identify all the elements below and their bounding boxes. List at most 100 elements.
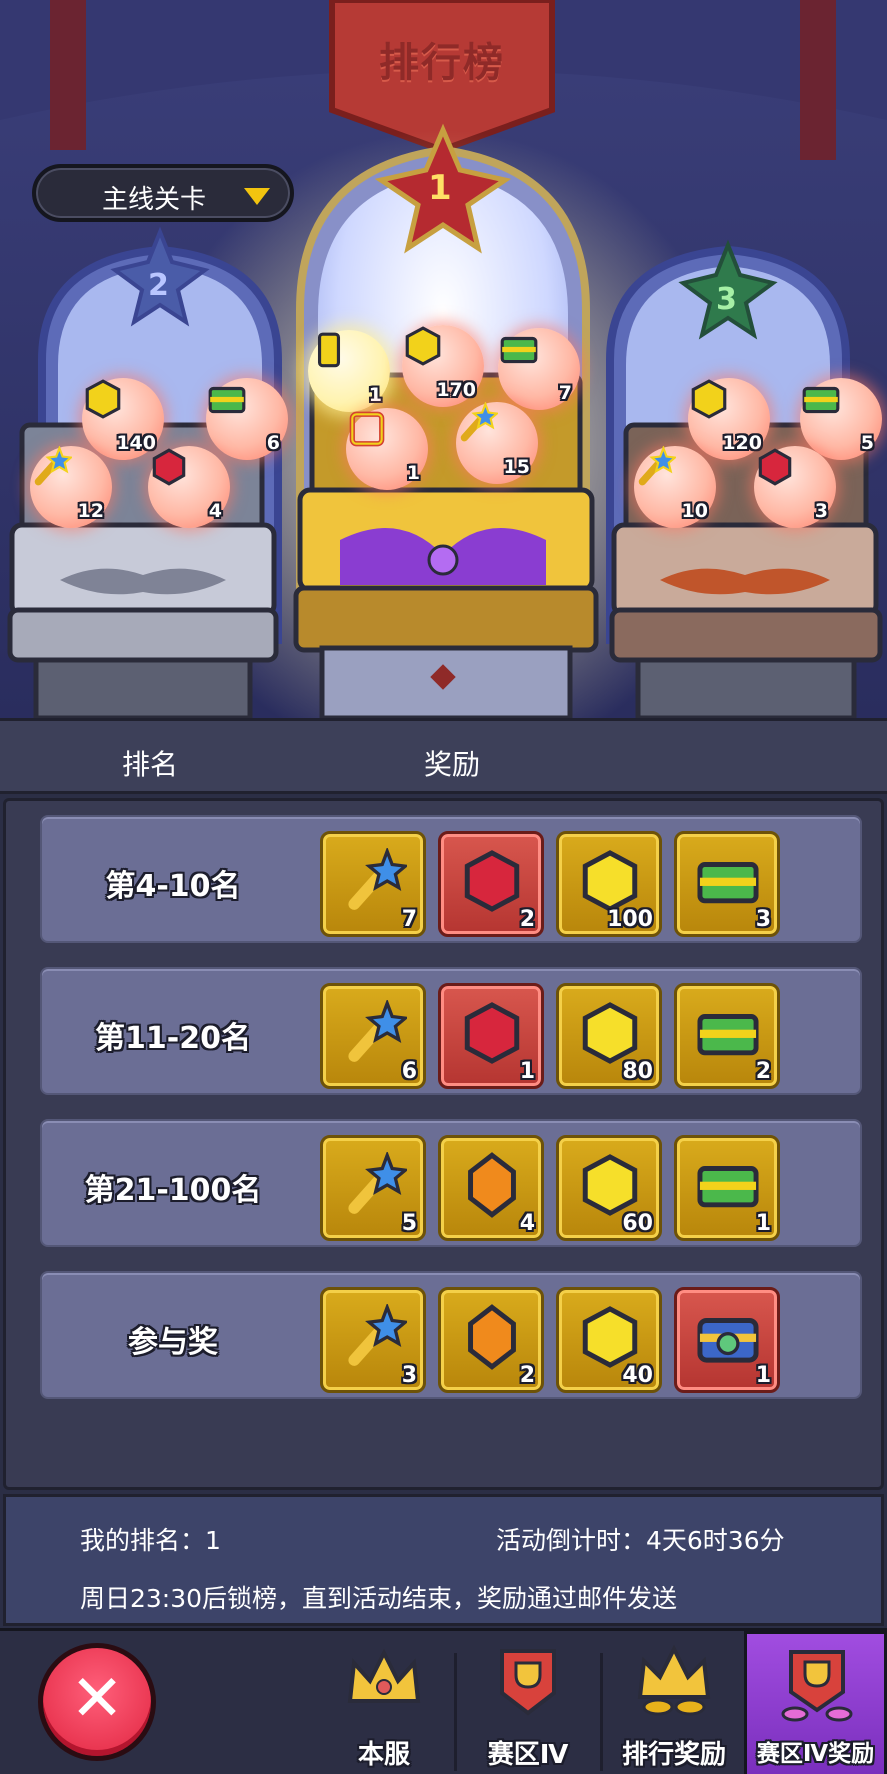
reward-count: 5 <box>401 1211 417 1236</box>
reward-count: 1 <box>755 1211 771 1236</box>
lock-notice-text: 周日23:30后锁榜，直到活动结束，奖励通过邮件发送 <box>80 1584 678 1613</box>
table-row: 第21-100名 5 4 60 1 <box>40 1119 862 1247</box>
reward-slot[interactable]: 80 <box>556 983 662 1089</box>
amber-gem-icon <box>468 1152 516 1218</box>
podium-rank-2: 2 <box>148 268 169 303</box>
reward-slot[interactable]: 4 <box>438 1135 544 1241</box>
reward-slot[interactable]: 5 <box>320 1135 426 1241</box>
podium-reward[interactable]: 1 <box>346 408 428 490</box>
reward-count: 60 <box>622 1211 653 1236</box>
tab-label: 赛区Ⅳ奖励 <box>756 1741 875 1767</box>
stage-select-dropdown[interactable]: 主线关卡 <box>32 164 294 222</box>
reward-count: 6 <box>266 432 280 454</box>
reward-slot[interactable]: 1 <box>674 1287 780 1393</box>
reward-slot[interactable]: 1 <box>438 983 544 1089</box>
reward-count: 2 <box>755 1059 771 1084</box>
close-button[interactable]: ✕ <box>38 1643 156 1761</box>
podium-reward[interactable]: 170 <box>402 325 484 407</box>
ruby-icon <box>758 448 792 486</box>
podium-reward[interactable]: 7 <box>498 328 580 410</box>
rank-range-label: 第11-20名 <box>95 1021 251 1056</box>
podium-reward[interactable]: 1 <box>308 330 390 412</box>
reward-count: 80 <box>622 1059 653 1084</box>
avatar-frame-icon <box>349 411 385 447</box>
tab-label: 本服 <box>357 1740 410 1770</box>
tab-server[interactable]: 本服 <box>314 1631 454 1774</box>
tab-label: 赛区Ⅳ <box>487 1740 569 1770</box>
reward-count: 3 <box>755 907 771 932</box>
rank-range-label: 第4-10名 <box>105 869 241 904</box>
reward-count: 1 <box>406 462 420 484</box>
reward-count: 100 <box>607 907 653 932</box>
amber-gem-icon <box>468 1304 516 1370</box>
star-key-icon <box>34 446 72 486</box>
table-row: 第11-20名 6 1 80 2 <box>40 967 862 1095</box>
outfit-chest-icon <box>500 336 538 364</box>
table-row: 第4-10名 7 2 100 3 <box>40 815 862 943</box>
reward-slot[interactable]: 60 <box>556 1135 662 1241</box>
tab-rank-rewards[interactable]: 排行奖励 <box>604 1631 744 1774</box>
tab-divider <box>600 1653 603 1771</box>
crown-coins-icon <box>637 1644 711 1716</box>
ruby-icon <box>464 850 520 912</box>
podium-rank-1: 1 <box>428 168 452 208</box>
dropdown-label: 主线关卡 <box>102 185 207 215</box>
reward-count: 12 <box>77 500 104 522</box>
reward-table-header: 排名 奖励 <box>0 718 887 794</box>
reward-count: 6 <box>401 1059 417 1084</box>
reward-slot[interactable]: 2 <box>438 831 544 937</box>
gold-coin-icon <box>582 1154 638 1216</box>
reward-slot[interactable]: 3 <box>674 831 780 937</box>
reward-slot[interactable]: 2 <box>438 1287 544 1393</box>
close-icon: ✕ <box>70 1662 124 1736</box>
outfit-chest-icon <box>697 862 759 904</box>
my-rank-text: 我的排名：1 <box>80 1526 221 1555</box>
trophy-banner-gems-icon <box>781 1650 853 1722</box>
reward-slot[interactable]: 3 <box>320 1287 426 1393</box>
gold-coin-icon <box>582 850 638 912</box>
reward-count: 10 <box>681 500 708 522</box>
outfit-chest-icon <box>697 1166 759 1208</box>
podium-reward[interactable]: 6 <box>206 378 288 460</box>
reward-slot[interactable]: 1 <box>674 1135 780 1241</box>
reward-count: 1 <box>519 1059 535 1084</box>
star-key-icon <box>348 1304 407 1366</box>
podium-reward[interactable]: 3 <box>754 446 836 528</box>
reward-slot[interactable]: 6 <box>320 983 426 1089</box>
podium-reward[interactable]: 4 <box>148 446 230 528</box>
reward-slot[interactable]: 100 <box>556 831 662 937</box>
podium-rank-3: 3 <box>716 282 737 317</box>
tab-region-rewards[interactable]: 赛区Ⅳ奖励 <box>744 1631 887 1774</box>
podium-reward[interactable]: 10 <box>634 446 716 528</box>
outfit-chest-icon <box>802 386 840 414</box>
tab-region[interactable]: 赛区Ⅳ <box>458 1631 598 1774</box>
reward-slot[interactable]: 40 <box>556 1287 662 1393</box>
dropdown-arrow-icon <box>244 188 270 205</box>
outfit-chest-icon <box>697 1014 759 1056</box>
star-key-icon <box>638 446 676 486</box>
podium-reward[interactable]: 12 <box>30 446 112 528</box>
reward-slot[interactable]: 7 <box>320 831 426 937</box>
podium-reward[interactable]: 15 <box>456 402 538 484</box>
column-reward-header: 奖励 <box>424 748 481 781</box>
reward-count: 5 <box>860 432 874 454</box>
reward-count: 7 <box>401 907 417 932</box>
reward-count: 4 <box>519 1211 535 1236</box>
gold-coin-icon <box>582 1002 638 1064</box>
rank-range-label: 第21-100名 <box>84 1173 262 1208</box>
star-key-icon <box>348 1000 407 1062</box>
reward-slot[interactable]: 2 <box>674 983 780 1089</box>
bottom-nav: ✕ 本服 赛区Ⅳ 排行奖励 赛区Ⅳ奖励 <box>0 1628 887 1774</box>
gold-coin-icon <box>405 326 441 366</box>
ruby-icon <box>464 1002 520 1064</box>
gold-coin-icon <box>582 1306 638 1368</box>
tab-label: 排行奖励 <box>621 1740 726 1770</box>
podium-reward[interactable]: 5 <box>800 378 882 460</box>
gold-bar-icon <box>317 332 341 368</box>
reward-count: 3 <box>401 1363 417 1388</box>
gold-coin-icon <box>85 379 121 419</box>
rank-info-bar: 我的排名：1 活动倒计时：4天6时36分 周日23:30后锁榜，直到活动结束，奖… <box>3 1494 884 1626</box>
mystery-chest-icon <box>697 1318 759 1363</box>
reward-count: 170 <box>436 379 476 401</box>
reward-count: 3 <box>814 500 828 522</box>
